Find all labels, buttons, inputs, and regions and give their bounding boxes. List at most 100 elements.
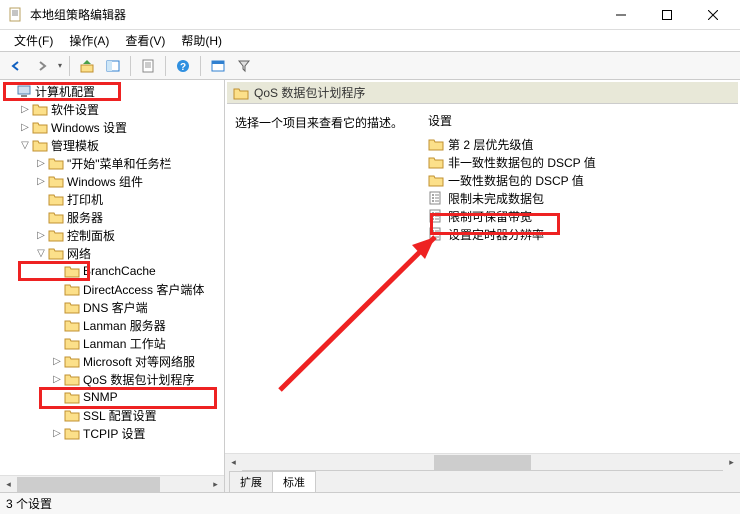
- tree-windows-components[interactable]: ▷ Windows 组件: [0, 172, 224, 190]
- tree-microsoft-peer[interactable]: ▷ Microsoft 对等网络服: [0, 352, 224, 370]
- tree-qos[interactable]: ▷ QoS 数据包计划程序: [0, 370, 224, 388]
- filter-button[interactable]: [232, 54, 256, 78]
- tree-servers[interactable]: 服务器: [0, 208, 224, 226]
- app-icon: [8, 7, 24, 23]
- tree-start-taskbar[interactable]: ▷ "开始"菜单和任务栏: [0, 154, 224, 172]
- tree-lanman-server[interactable]: Lanman 服务器: [0, 316, 224, 334]
- setting-limit-reservable-bandwidth[interactable]: 限制可保留带宽: [422, 207, 738, 225]
- scroll-left-button[interactable]: ◂: [225, 454, 242, 471]
- expander-collapsed-icon[interactable]: ▷: [50, 374, 64, 385]
- expander-expanded-icon[interactable]: ▽: [18, 140, 32, 151]
- menu-help[interactable]: 帮助(H): [173, 30, 230, 51]
- tree-label: 网络: [67, 245, 91, 262]
- tree-network[interactable]: ▽ 网络: [0, 244, 224, 262]
- setting-layer2-priority[interactable]: 第 2 层优先级值: [422, 135, 738, 153]
- tree-label: DirectAccess 客户端体: [83, 281, 204, 298]
- expander-collapsed-icon[interactable]: ▷: [18, 122, 32, 133]
- menu-action[interactable]: 操作(A): [61, 30, 117, 51]
- folder-icon: [48, 210, 64, 224]
- scroll-right-button[interactable]: ▸: [723, 454, 740, 471]
- content-tabs: 扩展 标准: [225, 470, 740, 492]
- tree-label: QoS 数据包计划程序: [83, 371, 194, 388]
- tab-extended[interactable]: 扩展: [229, 471, 273, 492]
- expander-collapsed-icon[interactable]: ▷: [34, 176, 48, 187]
- help-button[interactable]: ?: [171, 54, 195, 78]
- minimize-button[interactable]: [598, 0, 644, 30]
- tree-ssl-config[interactable]: SSL 配置设置: [0, 406, 224, 424]
- show-hide-button[interactable]: [101, 54, 125, 78]
- back-button[interactable]: [4, 54, 28, 78]
- tree-horizontal-scrollbar[interactable]: ◂ ▸: [0, 475, 224, 492]
- status-text: 3 个设置: [6, 495, 52, 512]
- setting-limit-outstanding[interactable]: 限制未完成数据包: [422, 189, 738, 207]
- tree-label: 打印机: [67, 191, 103, 208]
- expander-expanded-icon[interactable]: ▽: [34, 248, 48, 259]
- setting-label: 非一致性数据包的 DSCP 值: [448, 154, 596, 171]
- menu-file[interactable]: 文件(F): [6, 30, 61, 51]
- folder-icon: [64, 282, 80, 296]
- forward-button[interactable]: [30, 54, 54, 78]
- folder-icon: [64, 300, 80, 314]
- expander-collapsed-icon[interactable]: ▷: [34, 158, 48, 169]
- filter-options-button[interactable]: [206, 54, 230, 78]
- setting-label: 限制可保留带宽: [448, 208, 532, 225]
- toolbar: ▾ ?: [0, 52, 740, 80]
- tab-standard[interactable]: 标准: [272, 471, 316, 492]
- tree-label: DNS 客户端: [83, 299, 148, 316]
- scroll-left-button[interactable]: ◂: [0, 476, 17, 493]
- navigation-tree: 计算机配置 ▷ 软件设置 ▷ Windows 设置 ▽ 管理模板 ▷ "开始"菜…: [0, 80, 224, 444]
- maximize-button[interactable]: [644, 0, 690, 30]
- scroll-thumb[interactable]: [17, 477, 160, 492]
- description-column: 选择一个项目来查看它的描述。: [227, 108, 422, 453]
- up-button[interactable]: [75, 54, 99, 78]
- tree-panel: 计算机配置 ▷ 软件设置 ▷ Windows 设置 ▽ 管理模板 ▷ "开始"菜…: [0, 80, 225, 492]
- policy-item-icon: [428, 191, 444, 205]
- menu-bar: 文件(F) 操作(A) 查看(V) 帮助(H): [0, 30, 740, 52]
- tree-label: Windows 组件: [67, 173, 143, 190]
- tree-root-computer-config[interactable]: 计算机配置: [0, 82, 224, 100]
- description-prompt: 选择一个项目来查看它的描述。: [235, 114, 414, 131]
- tree-windows-settings[interactable]: ▷ Windows 设置: [0, 118, 224, 136]
- tree-label: Lanman 服务器: [83, 317, 166, 334]
- properties-button[interactable]: [136, 54, 160, 78]
- close-button[interactable]: [690, 0, 736, 30]
- setting-nonconformant-dscp[interactable]: 非一致性数据包的 DSCP 值: [422, 153, 738, 171]
- folder-icon: [48, 228, 64, 242]
- folder-icon: [32, 120, 48, 134]
- content-header: QoS 数据包计划程序: [227, 82, 738, 104]
- tree-label: 管理模板: [51, 137, 99, 154]
- tree-label: Microsoft 对等网络服: [83, 353, 195, 370]
- tree-software-settings[interactable]: ▷ 软件设置: [0, 100, 224, 118]
- tree-admin-templates[interactable]: ▽ 管理模板: [0, 136, 224, 154]
- toolbar-separator: [200, 56, 201, 76]
- content-horizontal-scrollbar[interactable]: ◂ ▸: [225, 453, 740, 470]
- scroll-track[interactable]: [17, 476, 207, 493]
- policy-item-icon: [428, 227, 444, 241]
- scroll-thumb[interactable]: [434, 455, 530, 470]
- expander-collapsed-icon[interactable]: ▷: [18, 104, 32, 115]
- setting-conformant-dscp[interactable]: 一致性数据包的 DSCP 值: [422, 171, 738, 189]
- menu-view[interactable]: 查看(V): [117, 30, 173, 51]
- nav-dropdown[interactable]: ▾: [56, 61, 64, 70]
- tree-label: 服务器: [67, 209, 103, 226]
- expander-collapsed-icon[interactable]: ▷: [50, 356, 64, 367]
- scroll-track[interactable]: [242, 454, 723, 471]
- folder-icon: [32, 102, 48, 116]
- tree-control-panel[interactable]: ▷ 控制面板: [0, 226, 224, 244]
- tree-label: 控制面板: [67, 227, 115, 244]
- tree-directaccess[interactable]: DirectAccess 客户端体: [0, 280, 224, 298]
- folder-icon: [64, 390, 80, 404]
- status-bar: 3 个设置: [0, 492, 740, 514]
- tree-snmp[interactable]: SNMP: [0, 388, 224, 406]
- tree-label: Windows 设置: [51, 119, 127, 136]
- expander-collapsed-icon[interactable]: ▷: [50, 428, 64, 439]
- expander-collapsed-icon[interactable]: ▷: [34, 230, 48, 241]
- tree-branchcache[interactable]: BranchCache: [0, 262, 224, 280]
- tree-tcpip[interactable]: ▷ TCPIP 设置: [0, 424, 224, 442]
- tree-printers[interactable]: 打印机: [0, 190, 224, 208]
- tree-label: "开始"菜单和任务栏: [67, 155, 172, 172]
- tree-dns-client[interactable]: DNS 客户端: [0, 298, 224, 316]
- setting-set-timer-resolution[interactable]: 设置定时器分辨率: [422, 225, 738, 243]
- scroll-right-button[interactable]: ▸: [207, 476, 224, 493]
- tree-lanman-workstation[interactable]: Lanman 工作站: [0, 334, 224, 352]
